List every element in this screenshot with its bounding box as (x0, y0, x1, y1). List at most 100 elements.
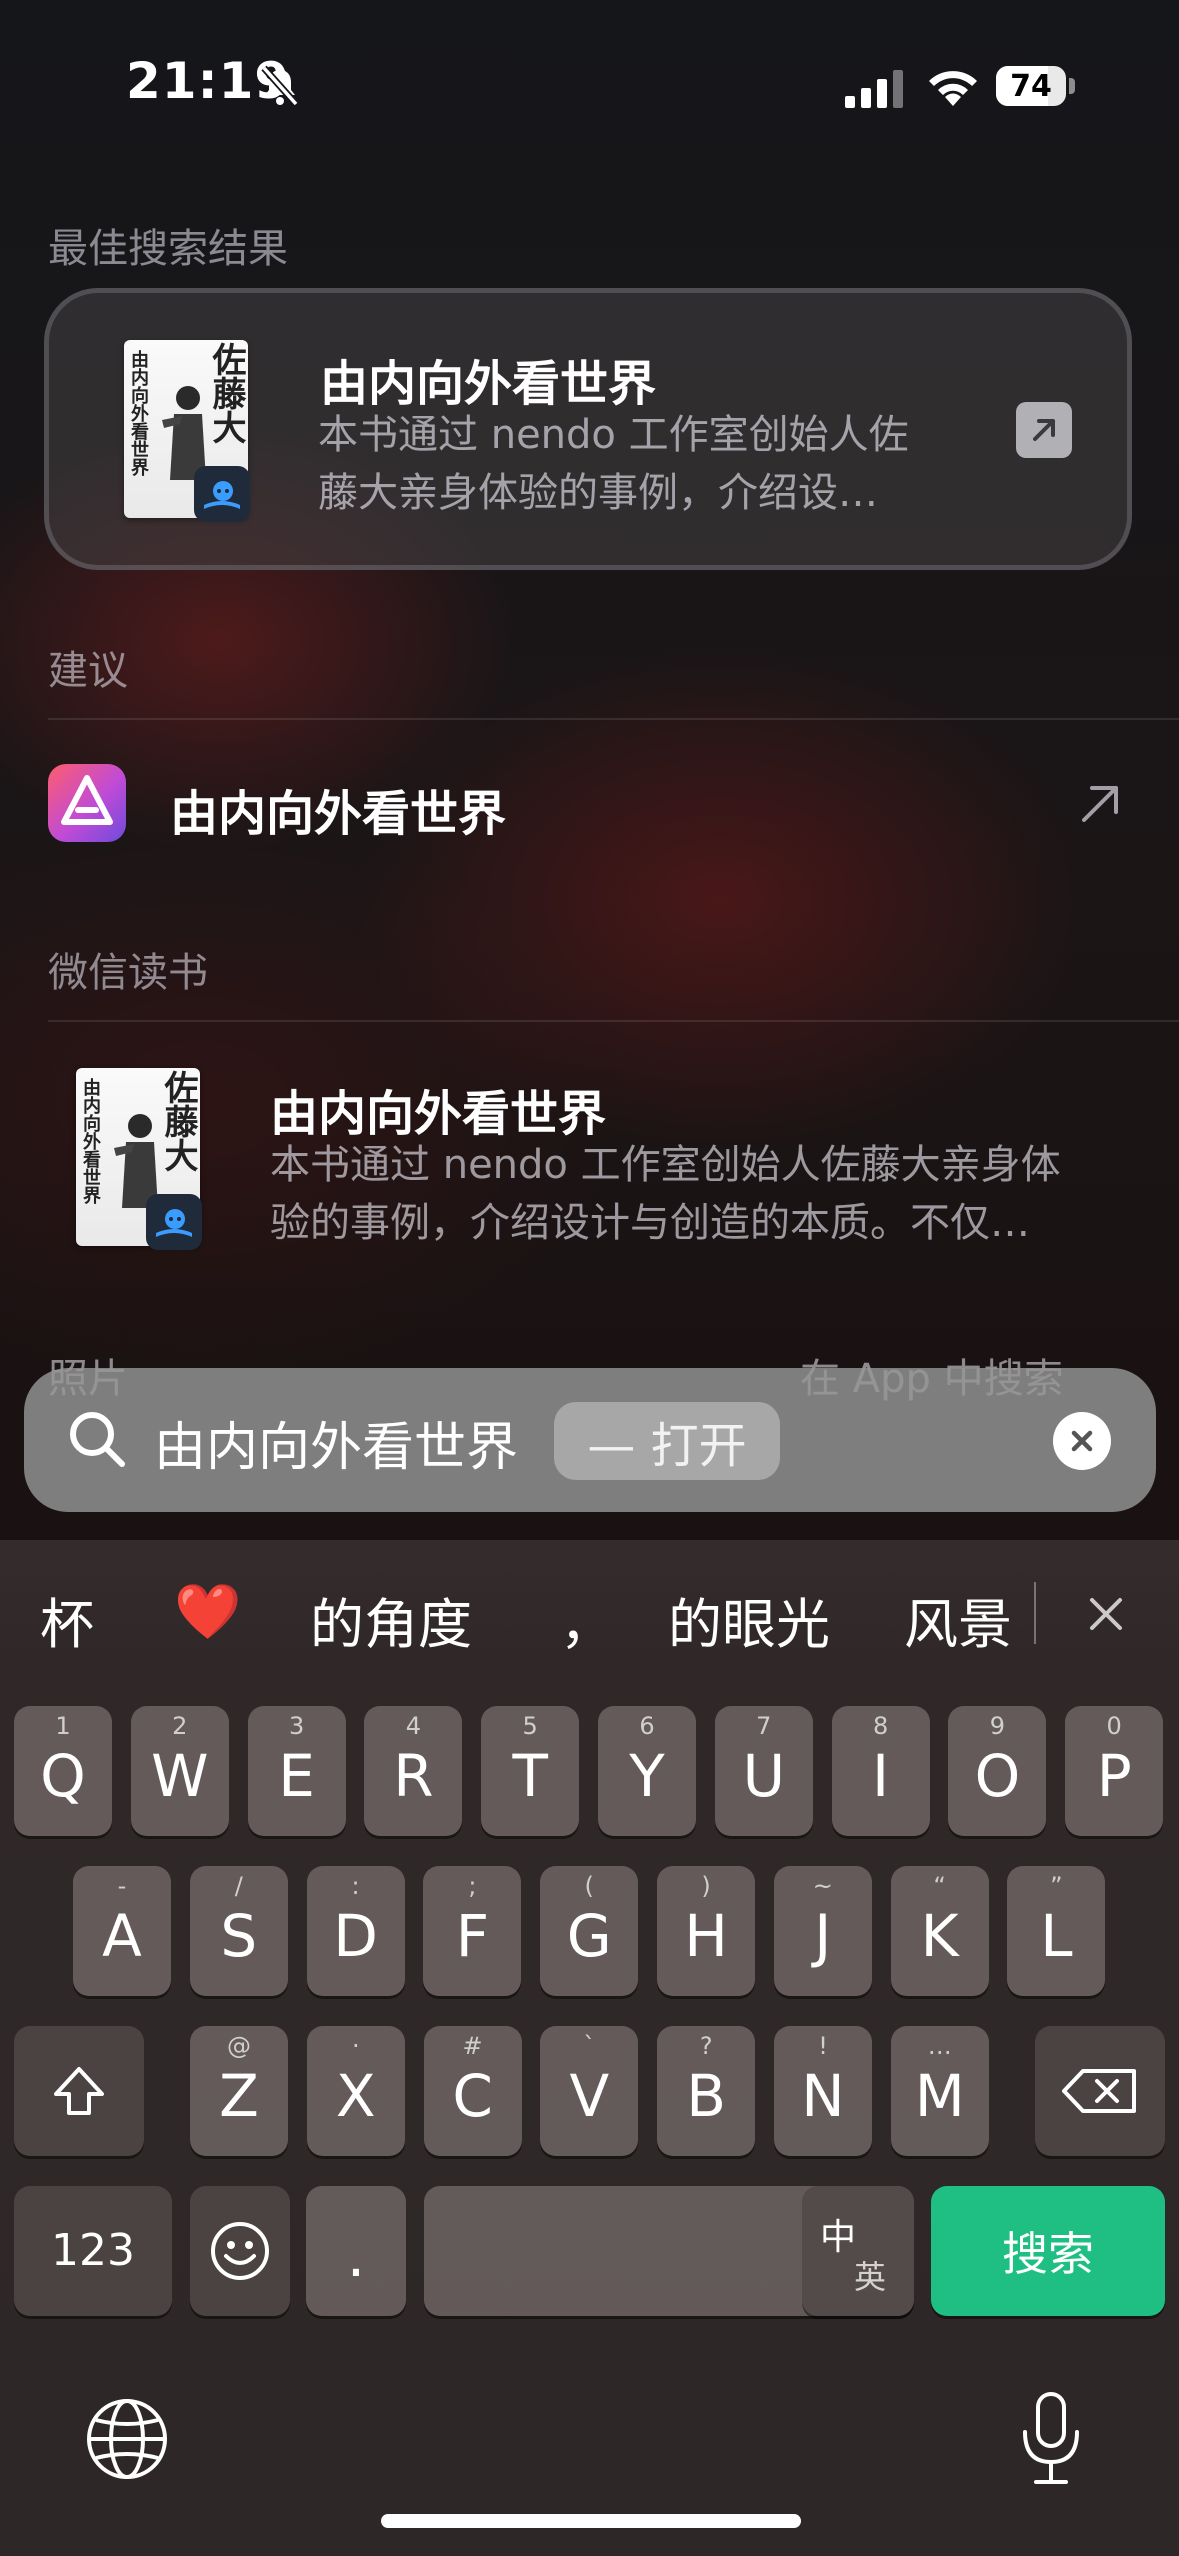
key-label: B (686, 2062, 727, 2130)
close-icon (1071, 1430, 1093, 1452)
wechat-result-title: 由内向外看世界 (270, 1086, 607, 1142)
cellular-signal-icon (845, 70, 903, 108)
key-k[interactable]: “K (890, 1866, 989, 1996)
search-input[interactable]: 由内向外看世界 (154, 1405, 518, 1480)
key-alt-label: ” (1050, 1872, 1063, 1900)
key-alt-label: 7 (756, 1712, 772, 1740)
microphone-icon[interactable] (1016, 2390, 1086, 2490)
search-icon (70, 1412, 125, 1467)
key-label: D (333, 1902, 378, 1970)
key-q[interactable]: 1Q (14, 1706, 112, 1836)
dismiss-candidates-icon[interactable] (1086, 1594, 1126, 1634)
key-label: K (920, 1902, 959, 1970)
key-alt-label: ; (468, 1872, 477, 1900)
key-alt-label: · (351, 2032, 360, 2060)
key-t[interactable]: 5T (481, 1706, 580, 1836)
key-p[interactable]: 0P (1065, 1706, 1164, 1836)
lang-english-label: 英 (854, 2258, 887, 2296)
key-e[interactable]: 3E (247, 1706, 346, 1836)
key-f[interactable]: ; F (423, 1866, 522, 1996)
key-label: F (455, 1902, 490, 1970)
key-r[interactable]: 4R (364, 1706, 463, 1836)
key-label: O (974, 1742, 1021, 1810)
top-hit-section-title: 最佳搜索结果 (48, 226, 288, 272)
key-alt-label: @ (227, 2032, 251, 2060)
key-l[interactable]: ” L (1007, 1866, 1106, 1996)
divider (48, 718, 1179, 720)
home-indicator[interactable] (381, 2514, 801, 2528)
key-g[interactable]: (G (540, 1866, 639, 1996)
candidate-word[interactable]: 杯 (40, 1580, 94, 1659)
arrow-up-right-icon (1033, 419, 1055, 441)
key-label: N (801, 2062, 845, 2130)
backspace-icon (1062, 2069, 1136, 2113)
key-b[interactable]: ? B (657, 2026, 756, 2156)
numbers-key[interactable]: 123 (14, 2186, 172, 2316)
open-external-button[interactable] (1016, 402, 1072, 458)
key-d[interactable]: :D (306, 1866, 405, 1996)
key-alt-label: 5 (522, 1712, 538, 1740)
key-v[interactable]: ` V (540, 2026, 639, 2156)
candidate-word[interactable]: 风景 (904, 1580, 1012, 1659)
language-switch-key[interactable]: 中 英 (802, 2186, 914, 2316)
key-alt-label: 6 (639, 1712, 655, 1740)
key-label: Q (40, 1742, 86, 1810)
wechat-result-description: 本书通过 nendo 工作室创始人佐藤大亲身体 验的事例，介绍设计与创造的本质。… (270, 1136, 1150, 1252)
key-alt-label: ~ (812, 1872, 833, 1900)
period-key[interactable]: . (306, 2186, 406, 2316)
key-label: I (872, 1742, 890, 1810)
key-alt-label: 8 (872, 1712, 889, 1740)
key-alt-label: ? (699, 2032, 713, 2060)
key-alt-label: # (462, 2032, 483, 2060)
cover-title: 由内向外看世界 (80, 1078, 101, 1204)
key-label: G (566, 1902, 612, 1970)
search-key[interactable]: 搜索 (931, 2186, 1165, 2316)
key-i[interactable]: 8I (831, 1706, 930, 1836)
key-z[interactable]: @ Z (190, 2026, 288, 2156)
key-label: H (684, 1902, 728, 1970)
shift-key[interactable] (14, 2026, 144, 2156)
battery-tip (1069, 78, 1075, 94)
key-label: A (102, 1902, 142, 1970)
silent-bell-icon (261, 65, 299, 107)
key-label: S (220, 1902, 258, 1970)
key-y[interactable]: 6Y (598, 1706, 696, 1836)
key-alt-label: 0 (1106, 1712, 1122, 1740)
candidate-word[interactable]: 的眼光 (668, 1580, 830, 1659)
key-alt-label: 2 (172, 1712, 188, 1740)
key-label: V (569, 2062, 610, 2130)
key-m[interactable]: … M (890, 2026, 989, 2156)
key-h[interactable]: ) H (657, 1866, 755, 1996)
key-u[interactable]: 7U (714, 1706, 813, 1836)
key-c[interactable]: # C (423, 2026, 522, 2156)
key-label: Z (219, 2062, 259, 2130)
key-o[interactable]: 9O (948, 1706, 1047, 1836)
wechat-desc-line2: 验的事例，介绍设计与创造的本质。不仅… (270, 1200, 1030, 1246)
key-alt-label: … (927, 2032, 952, 2060)
candidate-word[interactable]: 的角度 (310, 1580, 472, 1659)
key-s[interactable]: / S (189, 1866, 288, 1996)
clear-search-button[interactable] (1053, 1412, 1111, 1470)
globe-icon[interactable] (84, 2396, 170, 2482)
key-w[interactable]: 2W (130, 1706, 229, 1836)
wifi-icon (929, 71, 977, 106)
key-label: L (1040, 1902, 1073, 1970)
backspace-key[interactable] (1035, 2026, 1165, 2156)
top-hit-description: 本书通过 nendo 工作室创始人佐 藤大亲身体验的事例，介绍设… (318, 406, 978, 522)
key-label: R (393, 1742, 434, 1810)
open-completion-pill[interactable]: — 打开 (554, 1402, 780, 1480)
key-alt-label: - (117, 1872, 127, 1900)
key-a[interactable]: -A (73, 1866, 171, 1996)
key-label: E (278, 1742, 315, 1810)
top-hit-title: 由内向外看世界 (320, 356, 657, 412)
key-j[interactable]: ~ J (773, 1866, 872, 1996)
suggestions-section-title: 建议 (48, 648, 128, 694)
emoji-key[interactable] (190, 2186, 290, 2316)
key-x[interactable]: · X (306, 2026, 405, 2156)
key-alt-label: ! (818, 2032, 828, 2060)
key-n[interactable]: ! N (774, 2026, 872, 2156)
candidate-separator (1034, 1582, 1036, 1644)
candidate-word[interactable]: ， (560, 1580, 614, 1659)
key-label: U (742, 1742, 786, 1810)
candidate-word[interactable]: ❤️ (174, 1580, 241, 1644)
